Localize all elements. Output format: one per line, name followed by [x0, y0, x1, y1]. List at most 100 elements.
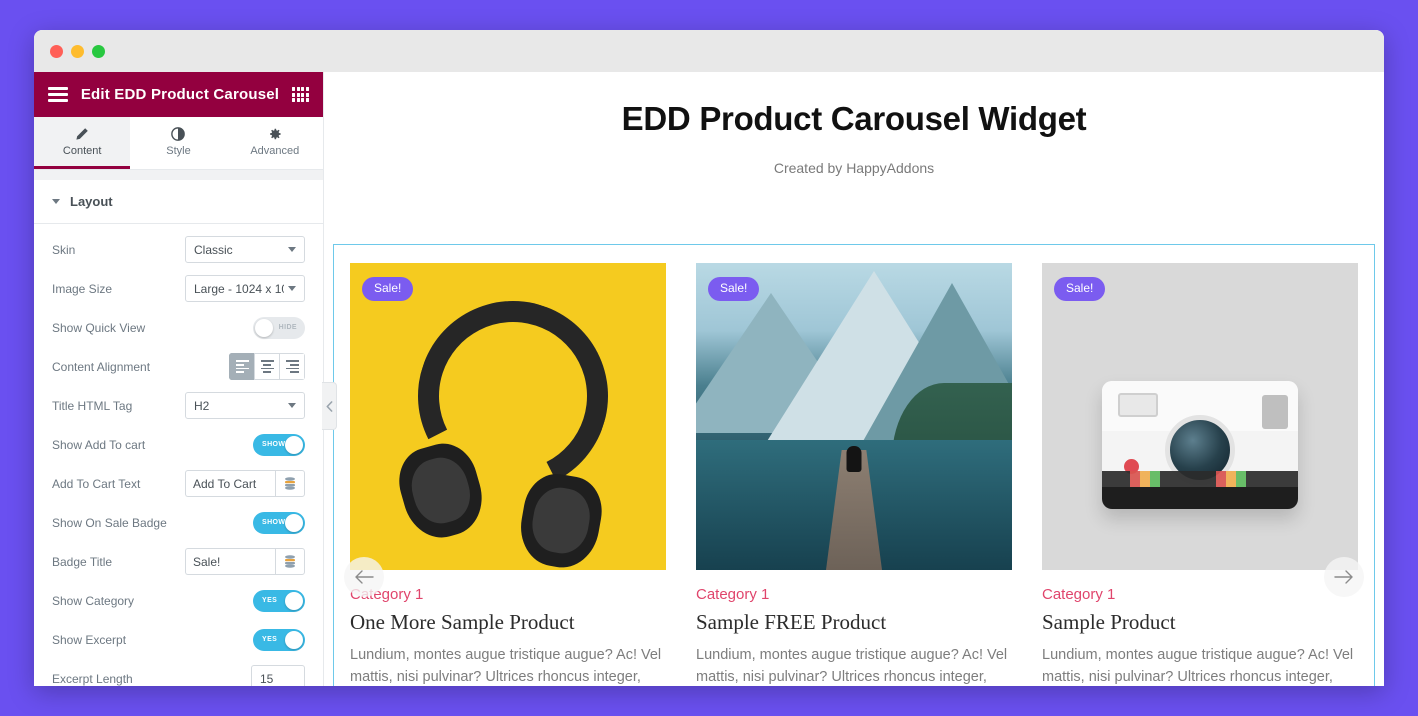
badge-title-field: [185, 548, 305, 575]
carousel-slide[interactable]: Sale! Category 1 Sample Product Lundium,…: [1042, 263, 1358, 686]
add-to-cart-text-field: [185, 470, 305, 497]
tab-advanced[interactable]: Advanced: [226, 117, 323, 169]
control-add-to-cart-text-label: Add To Cart Text: [52, 476, 141, 491]
panel-header: Edit EDD Product Carousel: [34, 72, 323, 117]
product-excerpt: Lundium, montes augue tristique augue? A…: [696, 647, 1008, 686]
toggle-knob: [285, 435, 303, 454]
carousel-slides: Sale! Category 1 One More Sample Product…: [334, 245, 1374, 686]
add-to-cart-text-input[interactable]: [185, 470, 275, 497]
product-category[interactable]: Category 1: [350, 586, 666, 603]
content-alignment-group: [229, 353, 305, 380]
carousel-slide[interactable]: Sale! Category 1 Sample FREE Product Lun…: [696, 263, 1012, 686]
image-size-select-value: Large - 1024 x 102: [194, 281, 284, 296]
control-skin-label: Skin: [52, 242, 76, 257]
carousel-slide[interactable]: Sale! Category 1 One More Sample Product…: [350, 263, 666, 686]
title-html-tag-select-value: H2: [194, 398, 210, 413]
layout-controls: Skin Classic Image Size Large - 1024 x 1…: [34, 224, 323, 686]
product-category[interactable]: Category 1: [696, 586, 1012, 603]
preview-canvas: EDD Product Carousel Widget Created by H…: [324, 72, 1384, 686]
product-title[interactable]: Sample Product: [1042, 610, 1358, 635]
toggle-knob: [255, 318, 273, 337]
sale-badge: Sale!: [708, 277, 760, 301]
tab-style[interactable]: Style: [130, 117, 227, 169]
panel-title: Edit EDD Product Carousel: [80, 86, 280, 103]
chevron-down-icon: [288, 286, 296, 291]
excerpt-length-input[interactable]: [251, 665, 305, 686]
show-on-sale-badge-toggle-label: SHOW: [262, 519, 286, 526]
close-window-button[interactable]: [50, 44, 63, 58]
align-center-icon: [260, 360, 274, 373]
sale-badge: Sale!: [362, 277, 414, 301]
carousel-next-button[interactable]: [1324, 557, 1364, 597]
product-carousel-widget[interactable]: Sale! Category 1 One More Sample Product…: [333, 244, 1375, 686]
hamburger-icon[interactable]: [48, 87, 68, 102]
show-excerpt-toggle[interactable]: YES: [253, 628, 305, 651]
control-show-excerpt-label: Show Excerpt: [52, 632, 127, 647]
skin-select-value: Classic: [194, 242, 233, 257]
product-title[interactable]: One More Sample Product: [350, 610, 666, 635]
show-category-toggle-label: YES: [262, 597, 278, 604]
product-image[interactable]: Sale!: [1042, 263, 1358, 570]
control-badge-title: Badge Title: [52, 542, 305, 581]
chevron-down-icon: [288, 247, 296, 252]
control-show-on-sale-badge: Show On Sale Badge SHOW: [52, 503, 305, 542]
align-right-button[interactable]: [279, 353, 305, 380]
control-add-to-cart-text: Add To Cart Text: [52, 464, 305, 503]
product-title[interactable]: Sample FREE Product: [696, 610, 1012, 635]
image-size-select[interactable]: Large - 1024 x 102: [185, 275, 305, 302]
control-badge-title-label: Badge Title: [52, 554, 113, 569]
control-show-add-to-cart: Show Add To cart SHOW: [52, 425, 305, 464]
control-excerpt-length-label: Excerpt Length: [52, 671, 133, 686]
window-titlebar: [34, 30, 1384, 72]
product-excerpt: Lundium, montes augue tristique augue? A…: [350, 647, 662, 686]
product-image[interactable]: Sale!: [696, 263, 1012, 570]
pencil-icon: [75, 126, 89, 141]
yellow-headphones-photo: [350, 263, 666, 570]
show-add-to-cart-toggle-label: SHOW: [262, 441, 286, 448]
show-excerpt-toggle-label: YES: [262, 636, 278, 643]
section-layout-header[interactable]: Layout: [34, 180, 323, 224]
control-title-html-tag-label: Title HTML Tag: [52, 398, 133, 413]
title-html-tag-select[interactable]: H2: [185, 392, 305, 419]
dynamic-tags-icon[interactable]: [275, 470, 305, 497]
skin-select[interactable]: Classic: [185, 236, 305, 263]
show-quick-view-toggle[interactable]: HIDE: [253, 316, 305, 339]
align-center-button[interactable]: [254, 353, 280, 380]
control-image-size: Image Size Large - 1024 x 102: [52, 269, 305, 308]
gear-icon: [268, 126, 282, 141]
control-show-add-to-cart-label: Show Add To cart: [52, 437, 146, 452]
panel-collapse-handle[interactable]: [322, 382, 337, 430]
chevron-down-icon: [52, 199, 60, 204]
product-image[interactable]: Sale!: [350, 263, 666, 570]
control-image-size-label: Image Size: [52, 281, 113, 296]
dynamic-tags-icon[interactable]: [275, 548, 305, 575]
elementor-settings-panel: Edit EDD Product Carousel Content Style: [34, 72, 337, 686]
toggle-knob: [285, 591, 303, 610]
tab-style-label: Style: [166, 145, 191, 157]
product-category[interactable]: Category 1: [1042, 586, 1358, 603]
editor-body: Edit EDD Product Carousel Content Style: [34, 72, 1384, 686]
grid-icon[interactable]: [291, 87, 309, 102]
align-right-icon: [285, 360, 299, 373]
panel-tabs-divider: [34, 170, 323, 180]
chevron-left-icon: [326, 400, 332, 412]
panel-tabs: Content Style Advanced: [34, 117, 323, 170]
contrast-icon: [171, 126, 186, 141]
tab-content[interactable]: Content: [34, 117, 131, 169]
control-show-quick-view-label: Show Quick View: [52, 320, 146, 335]
sale-badge: Sale!: [1054, 277, 1106, 301]
show-on-sale-badge-toggle[interactable]: SHOW: [253, 511, 305, 534]
badge-title-input[interactable]: [185, 548, 275, 575]
minimize-window-button[interactable]: [71, 44, 84, 58]
align-left-button[interactable]: [229, 353, 255, 380]
show-add-to-cart-toggle[interactable]: SHOW: [253, 433, 305, 456]
carousel-prev-button[interactable]: [344, 557, 384, 597]
control-show-excerpt: Show Excerpt YES: [52, 620, 305, 659]
browser-window: Edit EDD Product Carousel Content Style: [34, 30, 1384, 686]
control-show-category-label: Show Category: [52, 593, 135, 608]
control-show-category: Show Category YES: [52, 581, 305, 620]
show-category-toggle[interactable]: YES: [253, 589, 305, 612]
page-subtitle: Created by HappyAddons: [773, 160, 935, 176]
control-excerpt-length: Excerpt Length: [52, 659, 305, 686]
maximize-window-button[interactable]: [92, 44, 105, 58]
